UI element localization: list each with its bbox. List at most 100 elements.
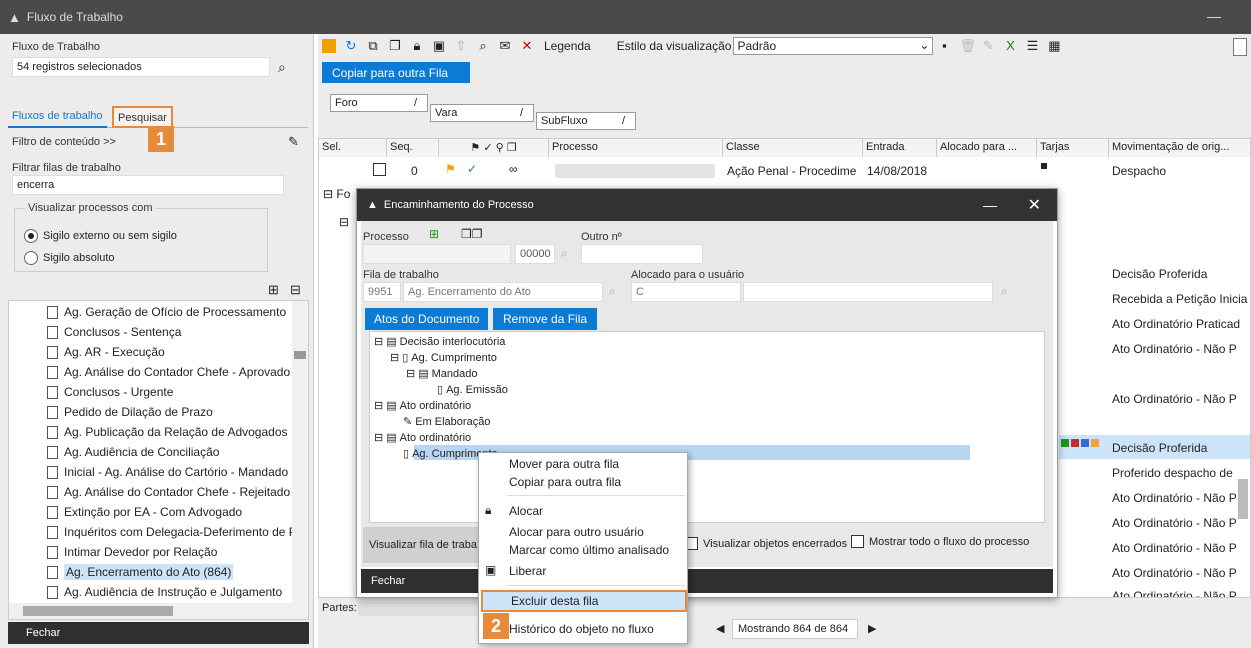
fechar-button[interactable]: Fechar [8,622,309,644]
row-checkbox[interactable] [373,163,386,176]
next-arrow-icon[interactable]: ▶ [868,622,876,635]
tree-node[interactable]: ✎ Em Elaboração [400,415,490,429]
push-icon[interactable]: ⇧ [454,39,468,53]
col-icons[interactable]: ⚑ ✓ ⚲ ❐ [439,139,549,157]
save-view-icon[interactable]: ▪ [937,39,951,53]
col-seq[interactable]: Seq. [387,139,439,157]
visualizar-obj-checkbox[interactable]: Visualizar objetos encerrados [685,537,847,550]
estilo-select[interactable]: Padrão ⌄ [733,37,934,55]
col-processo[interactable]: Processo [549,139,723,157]
atos-documento-button[interactable]: Atos do Documento [365,308,489,330]
menu-copiar[interactable]: Copiar para outra fila [509,475,621,489]
lock-icon[interactable]: 🔒︎ [410,39,424,53]
mostrar-todo-checkbox[interactable]: Mostrar todo o fluxo do processo [851,535,1029,548]
tree-item[interactable]: Conclusos - Sentença [47,323,181,341]
minimize-button[interactable]: — [983,197,997,213]
add-doc-icon[interactable]: ⊞ [429,227,439,241]
bookmark-icon[interactable] [322,39,336,53]
tree-item[interactable]: Extinção por EA - Com Advogado [47,503,242,521]
tree-item[interactable]: Inicial - Ag. Análise do Cartório - Mand… [47,463,288,481]
doc-icons[interactable]: ❐❐ [461,227,483,241]
tree-item[interactable]: Ag. Análise do Contador Chefe - Aprovado [47,363,290,381]
copy-icon[interactable]: ⧉ [366,39,380,53]
tree-node[interactable]: ⊟ ▯ Ag. Cumprimento [390,351,497,365]
processo-field-redacted[interactable] [363,244,511,264]
radio-sigilo-externo[interactable]: Sigilo externo ou sem sigilo [24,229,177,243]
tree-node[interactable]: ⊟ ▤ Ato ordinatório [374,399,471,413]
excel-icon[interactable]: X [1003,39,1017,53]
menu-marcar[interactable]: Marcar como último analisado [509,543,669,557]
search-icon[interactable]: ⌕ [1001,284,1008,299]
fila-code[interactable]: 9951 [363,282,401,302]
col-entrada[interactable]: Entrada [863,139,937,157]
processo-suffix[interactable]: 00000 [515,244,555,264]
remove-fila-button[interactable]: Remove da Fila [493,308,598,330]
alocado-code[interactable]: C [631,282,741,302]
close-icon[interactable]: ✕ [1028,195,1041,215]
tree-node[interactable]: ⊟ ▤ Decisão interlocutória [374,335,505,349]
table-row[interactable]: 0 ⚑ ✓ ∞ Ação Penal - Procedime 14/08/201… [319,159,1250,183]
group-box-vara[interactable]: Vara / [430,104,534,122]
tree-item[interactable]: Pedido de Dilação de Prazo [47,403,213,421]
remove-icon[interactable]: ✕ [520,39,534,53]
group-expander[interactable]: ⊟ [339,215,349,229]
tree-expand-icon[interactable]: ⊞ [268,282,279,298]
grid-scroll-thumb[interactable] [1238,479,1248,519]
tree-item[interactable]: Ag. Audiência de Conciliação [47,443,219,461]
alocado-name-redacted[interactable] [743,282,993,302]
copiar-outra-fila-button[interactable]: Copiar para outra Fila [322,62,470,83]
prev-arrow-icon[interactable]: ◀ [716,622,724,635]
refresh-icon[interactable]: ↻ [344,39,358,53]
tree-vscrollbar[interactable] [292,301,308,603]
tree-item[interactable]: Inquéritos com Delegacia-Deferimento de … [47,523,297,541]
comment-icon[interactable]: ✉ [498,39,512,53]
tab-fluxos[interactable]: Fluxos de trabalho [8,106,107,128]
group-box-subfluxo[interactable]: SubFluxo / [536,112,636,130]
columns-icon[interactable]: ▦ [1047,39,1061,53]
filtro-conteudo-link[interactable]: Filtro de conteúdo >> [12,136,116,148]
tree-item-selected[interactable]: Ag. Encerramento do Ato (864) [47,563,234,581]
brush-icon[interactable]: ✎ [288,134,299,150]
fluxo-field[interactable]: 54 registros selecionados [12,57,270,77]
tree-item[interactable]: Conclusos - Urgente [47,383,173,401]
menu-excluir[interactable]: Excluir desta fila [481,590,687,612]
report-icon[interactable]: ☰ [1025,39,1039,53]
tree-collapse-icon[interactable]: ⊟ [290,282,301,298]
tree-item[interactable]: Ag. AR - Execução [47,343,165,361]
minimize-button[interactable]: — [1207,8,1221,24]
menu-mover[interactable]: Mover para outra fila [509,457,619,471]
search-icon[interactable]: ⌕ [609,284,616,299]
col-tarjas[interactable]: Tarjas [1037,139,1109,157]
search-icon[interactable]: ⌕ [561,246,568,261]
group-row[interactable]: ⊟ Fo [323,187,350,201]
outro-field[interactable] [581,244,703,264]
menu-historico[interactable]: Histórico do objeto no fluxo [509,622,654,636]
menu-alocar-outro[interactable]: Alocar para outro usuário [509,525,644,539]
tree-hscrollbar[interactable] [9,603,308,619]
menu-alocar[interactable]: Alocar [509,504,543,518]
col-alocado[interactable]: Alocado para ... [937,139,1037,157]
dialog-fechar-button[interactable]: Fechar [361,569,1053,593]
tree-node[interactable]: ⊟ ▤ Mandado [406,367,478,381]
filtrar-input[interactable]: encerra [12,175,284,195]
col-movimentacao[interactable]: Movimentação de orig... [1109,139,1250,157]
col-classe[interactable]: Classe [723,139,863,157]
tree-item[interactable]: Ag. Publicação da Relação de Advogados [47,423,288,441]
tree-item[interactable]: Ag. Audiência de Instrução e Julgamento [47,583,282,601]
delete-view-icon[interactable]: 🗑︎ [959,39,976,53]
tab-pesquisar[interactable]: Pesquisar [112,106,173,128]
menu-liberar[interactable]: Liberar [509,564,546,578]
tree-item[interactable]: Ag. Geração de Ofício de Processamento [47,303,286,321]
save-icon[interactable]: ▣ [432,39,446,53]
tree-node[interactable]: ⊟ ▤ Ato ordinatório [374,431,471,445]
group-box-foro[interactable]: Foro / [330,94,428,112]
search-icon[interactable]: ⌕ [278,59,286,76]
panel-icon[interactable] [1233,38,1247,56]
find-icon[interactable]: ⌕ [476,39,490,53]
legenda-link[interactable]: Legenda [544,39,591,53]
radio-sigilo-absoluto[interactable]: Sigilo absoluto [24,251,115,265]
tree-node[interactable]: ▯ Ag. Emissão [434,383,508,397]
edit-view-icon[interactable]: ✎ [981,39,995,53]
fila-name[interactable]: Ag. Encerramento do Ato [403,282,603,302]
tree-item[interactable]: Ag. Análise do Contador Chefe - Rejeitad… [47,483,290,501]
